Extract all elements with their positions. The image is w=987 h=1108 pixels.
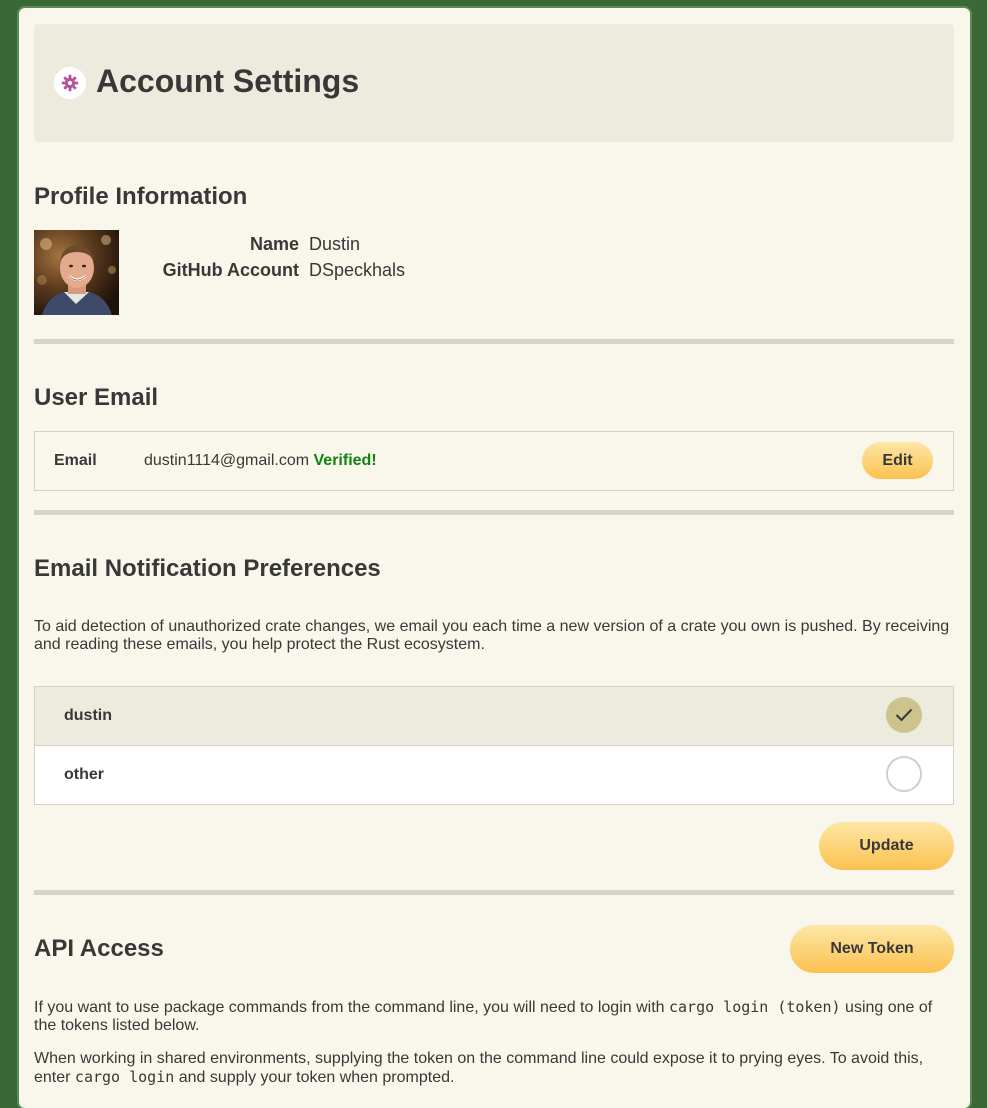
api-text: and supply your token when prompted.: [174, 1069, 455, 1086]
api-text: If you want to use package commands from…: [34, 999, 669, 1016]
settings-panel: Account Settings Profile Information Nam…: [19, 8, 970, 1108]
new-token-button[interactable]: New Token: [790, 925, 954, 973]
email-address: dustin1114@gmail.com: [144, 452, 310, 469]
checkbox-checked[interactable]: [886, 697, 922, 733]
email-label: Email: [54, 452, 97, 469]
api-description-shared: When working in shared environments, sup…: [34, 1050, 954, 1087]
verified-badge: Verified!: [313, 452, 377, 469]
check-icon: [895, 708, 913, 722]
notification-description: To aid detection of unauthorized crate c…: [34, 618, 950, 653]
user-email-heading: User Email: [34, 384, 159, 411]
name-value: Dustin: [309, 234, 361, 254]
crate-name: dustin: [64, 707, 112, 724]
api-heading: API Access: [34, 935, 164, 962]
section-divider: [34, 890, 954, 895]
update-button[interactable]: Update: [819, 822, 954, 870]
notification-heading: Email Notification Preferences: [34, 555, 381, 582]
section-divider: [34, 510, 954, 515]
gear-icon: [54, 67, 86, 99]
notification-list: dustin other: [34, 686, 954, 805]
section-divider: [34, 339, 954, 344]
email-value: dustin1114@gmail.com Verified!: [144, 452, 377, 470]
name-label: Name: [249, 234, 299, 254]
login-command-code: cargo login (token): [669, 998, 841, 1016]
list-item[interactable]: other: [35, 746, 953, 804]
email-row: Email dustin1114@gmail.com Verified! Edi…: [34, 431, 954, 491]
page-title: Account Settings: [96, 63, 360, 99]
page-header: Account Settings: [34, 24, 954, 142]
list-item[interactable]: dustin: [35, 687, 953, 746]
edit-email-button[interactable]: Edit: [862, 442, 933, 479]
crate-name: other: [64, 766, 104, 783]
api-description-login: If you want to use package commands from…: [34, 998, 954, 1035]
github-value: DSpeckhals: [309, 260, 406, 280]
profile-heading: Profile Information: [34, 183, 248, 210]
checkbox-unchecked[interactable]: [886, 756, 922, 792]
github-label: GitHub Account: [162, 260, 299, 280]
avatar: [34, 230, 119, 315]
login-command-code: cargo login: [74, 1068, 175, 1086]
